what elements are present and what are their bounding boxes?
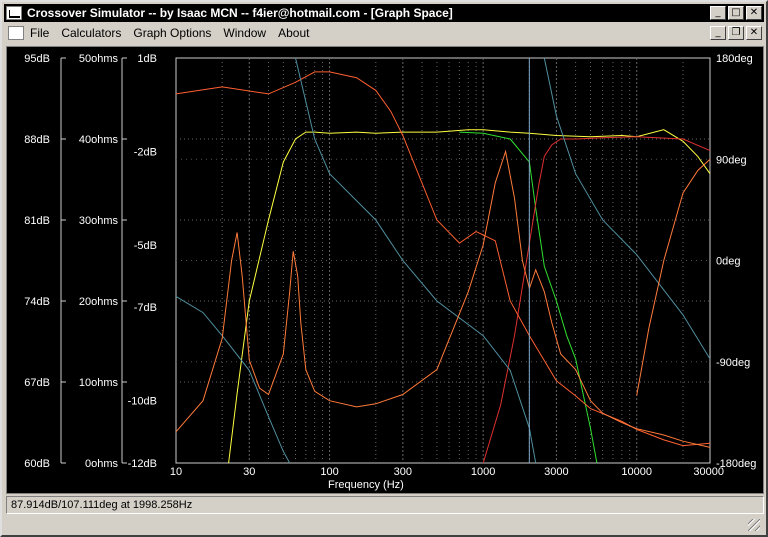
document-icon[interactable] — [8, 26, 24, 40]
x-axis-label: Frequency (Hz) — [328, 479, 404, 491]
child-restore-button[interactable]: ❐ — [728, 26, 744, 40]
graph-space[interactable]: 95dB 88dB 81dB 74dB 67dB 60dB 50ohms 40ohms 30o… — [6, 46, 764, 494]
phase-tick-label: -90deg — [716, 357, 750, 369]
menu-calculators[interactable]: Calculators — [61, 26, 121, 40]
window-title: Crossover Simulator -- by Isaac MCN -- f… — [27, 6, 453, 20]
db-tick-label: 74dB — [24, 296, 50, 308]
frequency-tick-label: 1000 — [471, 466, 495, 478]
minimize-button[interactable]: _ — [710, 6, 726, 20]
app-window: Crossover Simulator -- by Isaac MCN -- f… — [0, 0, 768, 537]
frequency-tick-label: 30 — [243, 466, 255, 478]
phase-tick-label: 0deg — [716, 256, 740, 268]
menu-bar: File Calculators Graph Options Window Ab… — [4, 23, 764, 43]
ohm-tick-label: 30ohms — [79, 215, 119, 227]
title-bar[interactable]: Crossover Simulator -- by Isaac MCN -- f… — [4, 4, 764, 22]
ohm-tick-label: 40ohms — [79, 134, 119, 146]
rel-db-tick-label: -7dB — [134, 302, 157, 314]
rel-db-tick-label: 1dB — [137, 53, 157, 65]
db-tick-label: 60dB — [24, 458, 50, 470]
ohm-tick-label: 10ohms — [79, 377, 119, 389]
menu-window[interactable]: Window — [223, 26, 266, 40]
resize-grip[interactable] — [748, 519, 760, 531]
frequency-tick-label: 300 — [394, 466, 412, 478]
frequency-tick-label: 3000 — [544, 466, 568, 478]
maximize-button[interactable]: □ — [728, 6, 744, 20]
ohm-tick-label: 0ohms — [85, 458, 119, 470]
phase-tick-label: 180deg — [716, 53, 753, 65]
child-minimize-button[interactable]: _ — [710, 26, 726, 40]
frequency-response-chart[interactable]: 95dB 88dB 81dB 74dB 67dB 60dB 50ohms 40ohms 30o… — [7, 47, 763, 493]
close-button[interactable]: ✕ — [746, 6, 762, 20]
rel-db-tick-label: -2dB — [134, 146, 157, 158]
phase-tick-label: 90deg — [716, 154, 747, 166]
menu-file[interactable]: File — [30, 26, 49, 40]
chart-background — [7, 47, 763, 493]
app-icon[interactable] — [6, 6, 22, 20]
db-tick-label: 67dB — [24, 377, 50, 389]
frequency-tick-label: 30000 — [693, 466, 724, 478]
db-tick-label: 81dB — [24, 215, 50, 227]
rel-db-tick-label: -5dB — [134, 240, 157, 252]
status-bar: 87.914dB/107.111deg at 1998.258Hz — [6, 496, 764, 514]
ohm-tick-label: 20ohms — [79, 296, 119, 308]
menu-about[interactable]: About — [278, 26, 309, 40]
frequency-tick-label: 10 — [170, 466, 182, 478]
frequency-tick-label: 100 — [320, 466, 338, 478]
rel-db-tick-label: -12dB — [128, 458, 157, 470]
db-tick-label: 95dB — [24, 53, 50, 65]
child-close-button[interactable]: ✕ — [746, 26, 762, 40]
frequency-tick-label: 10000 — [621, 466, 652, 478]
rel-db-tick-label: -10dB — [128, 396, 157, 408]
db-tick-label: 88dB — [24, 134, 50, 146]
menu-graph-options[interactable]: Graph Options — [133, 26, 211, 40]
ohm-tick-label: 50ohms — [79, 53, 119, 65]
